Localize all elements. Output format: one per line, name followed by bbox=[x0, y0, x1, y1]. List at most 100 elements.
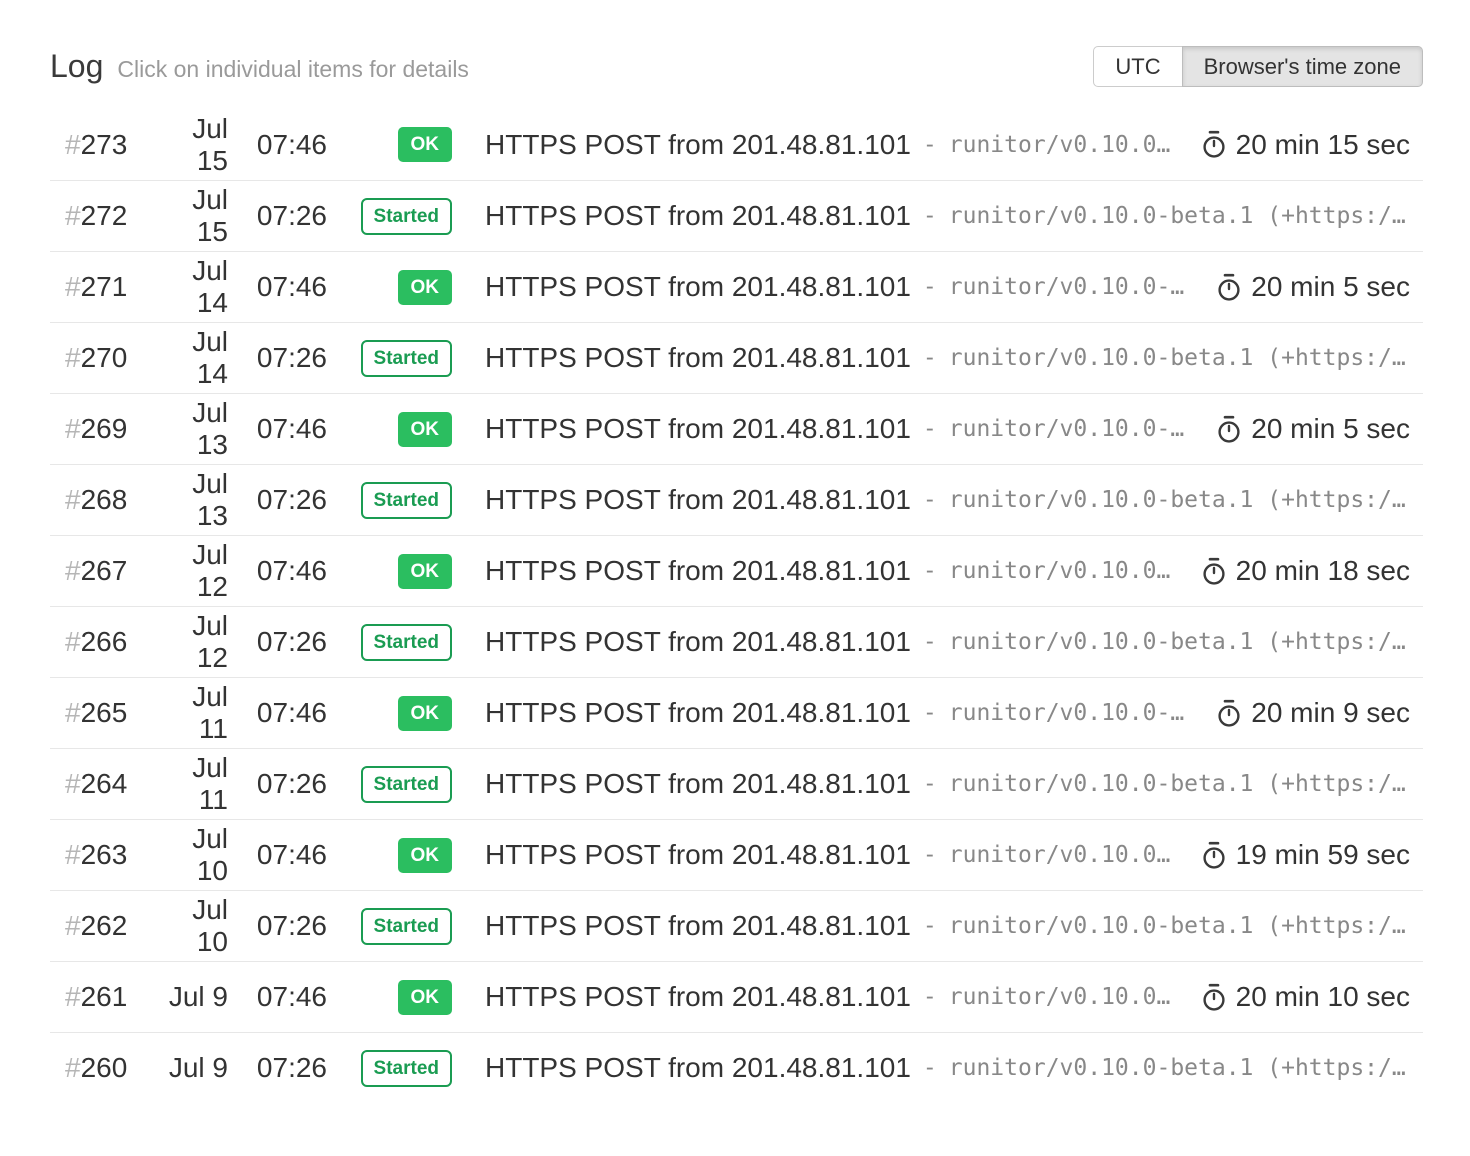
entry-status-cell: OK bbox=[327, 838, 452, 873]
entry-status-cell: OK bbox=[327, 270, 452, 305]
log-row[interactable]: #266 Jul 12 07:26 Started HTTPS POST fro… bbox=[50, 606, 1423, 677]
entry-description-cell: HTTPS POST from 201.48.81.101 - runitor/… bbox=[452, 768, 1423, 800]
entry-number: #267 bbox=[50, 555, 160, 587]
entry-time: 07:26 bbox=[228, 626, 327, 658]
log-row[interactable]: #270 Jul 14 07:26 Started HTTPS POST fro… bbox=[50, 322, 1423, 393]
log-row[interactable]: #268 Jul 13 07:26 Started HTTPS POST fro… bbox=[50, 464, 1423, 535]
entry-status-cell: OK bbox=[327, 127, 452, 162]
entry-duration: 20 min 9 sec bbox=[1186, 697, 1410, 729]
title-wrap: Log Click on individual items for detail… bbox=[50, 48, 469, 85]
duration-text: 20 min 18 sec bbox=[1236, 555, 1410, 587]
log-row[interactable]: #262 Jul 10 07:26 Started HTTPS POST fro… bbox=[50, 890, 1423, 961]
entry-separator: - bbox=[923, 1055, 937, 1081]
entry-description-cell: HTTPS POST from 201.48.81.101 - runitor/… bbox=[452, 484, 1423, 516]
entry-user-agent: runitor/v0.10.0-beta.1 (+https:/… bbox=[949, 487, 1406, 513]
status-badge: Started bbox=[361, 1050, 452, 1087]
status-badge: Started bbox=[361, 908, 452, 945]
entry-description-cell: HTTPS POST from 201.48.81.101 - runitor/… bbox=[452, 981, 1423, 1013]
entry-date: Jul 14 bbox=[160, 326, 228, 390]
entry-description: HTTPS POST from 201.48.81.101 bbox=[485, 1052, 911, 1084]
entry-user-agent: runitor/v0.10.0-… bbox=[949, 274, 1184, 300]
log-page: Log Click on individual items for detail… bbox=[0, 0, 1470, 1143]
entry-time: 07:26 bbox=[228, 342, 327, 374]
entry-separator: - bbox=[923, 345, 937, 371]
entry-description: HTTPS POST from 201.48.81.101 bbox=[485, 981, 911, 1013]
log-row[interactable]: #261 Jul 9 07:46 OK HTTPS POST from 201.… bbox=[50, 961, 1423, 1032]
entry-user-agent: runitor/v0.10.0-… bbox=[949, 700, 1184, 726]
entry-duration: 20 min 15 sec bbox=[1171, 129, 1410, 161]
entry-description: HTTPS POST from 201.48.81.101 bbox=[485, 910, 911, 942]
entry-user-agent: runitor/v0.10.0-beta.1 (+https:/… bbox=[949, 345, 1406, 371]
status-badge: Started bbox=[361, 624, 452, 661]
entry-status-cell: Started bbox=[327, 198, 452, 235]
entry-separator: - bbox=[923, 700, 937, 726]
entry-user-agent: runitor/v0.10.0-beta.1 (+https:/… bbox=[949, 629, 1406, 655]
log-row[interactable]: #271 Jul 14 07:46 OK HTTPS POST from 201… bbox=[50, 251, 1423, 322]
log-row[interactable]: #273 Jul 15 07:46 OK HTTPS POST from 201… bbox=[50, 109, 1423, 180]
entry-description: HTTPS POST from 201.48.81.101 bbox=[485, 768, 911, 800]
entry-hash-prefix: # bbox=[65, 271, 81, 302]
entry-duration: 20 min 5 sec bbox=[1186, 413, 1410, 445]
status-badge: OK bbox=[398, 838, 453, 873]
entry-number: #262 bbox=[50, 910, 160, 942]
entry-date: Jul 9 bbox=[160, 1052, 228, 1084]
entry-date: Jul 11 bbox=[160, 681, 228, 745]
entry-description: HTTPS POST from 201.48.81.101 bbox=[485, 342, 911, 374]
duration-text: 20 min 5 sec bbox=[1251, 413, 1410, 445]
log-row[interactable]: #272 Jul 15 07:26 Started HTTPS POST fro… bbox=[50, 180, 1423, 251]
log-row[interactable]: #263 Jul 10 07:46 OK HTTPS POST from 201… bbox=[50, 819, 1423, 890]
entry-date: Jul 15 bbox=[160, 113, 228, 177]
log-row[interactable]: #260 Jul 9 07:26 Started HTTPS POST from… bbox=[50, 1032, 1423, 1103]
entry-date: Jul 10 bbox=[160, 823, 228, 887]
entry-date: Jul 13 bbox=[160, 468, 228, 532]
entry-description-cell: HTTPS POST from 201.48.81.101 - runitor/… bbox=[452, 839, 1423, 871]
entry-time: 07:46 bbox=[228, 839, 327, 871]
entry-separator: - bbox=[923, 416, 937, 442]
log-row[interactable]: #267 Jul 12 07:46 OK HTTPS POST from 201… bbox=[50, 535, 1423, 606]
entry-description: HTTPS POST from 201.48.81.101 bbox=[485, 555, 911, 587]
browser-timezone-button[interactable]: Browser's time zone bbox=[1182, 46, 1423, 87]
log-row[interactable]: #264 Jul 11 07:26 Started HTTPS POST fro… bbox=[50, 748, 1423, 819]
utc-button[interactable]: UTC bbox=[1093, 46, 1182, 87]
entry-status-cell: Started bbox=[327, 766, 452, 803]
entry-time: 07:46 bbox=[228, 129, 327, 161]
entry-description-cell: HTTPS POST from 201.48.81.101 - runitor/… bbox=[452, 697, 1423, 729]
entry-number: #264 bbox=[50, 768, 160, 800]
entry-description-cell: HTTPS POST from 201.48.81.101 - runitor/… bbox=[452, 626, 1423, 658]
entry-separator: - bbox=[923, 558, 937, 584]
entry-separator: - bbox=[923, 274, 937, 300]
entry-duration: 20 min 5 sec bbox=[1186, 271, 1410, 303]
entry-description-cell: HTTPS POST from 201.48.81.101 - runitor/… bbox=[452, 200, 1423, 232]
entry-date: Jul 14 bbox=[160, 255, 228, 319]
log-row[interactable]: #269 Jul 13 07:46 OK HTTPS POST from 201… bbox=[50, 393, 1423, 464]
entry-hash-prefix: # bbox=[65, 910, 81, 941]
entry-date: Jul 12 bbox=[160, 539, 228, 603]
entry-hash-prefix: # bbox=[65, 555, 81, 586]
entry-date: Jul 13 bbox=[160, 397, 228, 461]
entry-time: 07:26 bbox=[228, 1052, 327, 1084]
status-badge: OK bbox=[398, 554, 453, 589]
entry-user-agent: runitor/v0.10.0-beta.1 (+https:/… bbox=[949, 1055, 1406, 1081]
entry-user-agent: runitor/v0.10.0-… bbox=[949, 416, 1184, 442]
entry-hash-prefix: # bbox=[65, 768, 81, 799]
entry-time: 07:26 bbox=[228, 768, 327, 800]
entry-time: 07:26 bbox=[228, 484, 327, 516]
entry-description: HTTPS POST from 201.48.81.101 bbox=[485, 626, 911, 658]
entry-description: HTTPS POST from 201.48.81.101 bbox=[485, 129, 911, 161]
log-row[interactable]: #265 Jul 11 07:46 OK HTTPS POST from 201… bbox=[50, 677, 1423, 748]
entry-status-cell: Started bbox=[327, 624, 452, 661]
entry-number: #272 bbox=[50, 200, 160, 232]
status-badge: OK bbox=[398, 270, 453, 305]
duration-text: 20 min 15 sec bbox=[1236, 129, 1410, 161]
entry-status-cell: OK bbox=[327, 554, 452, 589]
entry-description-cell: HTTPS POST from 201.48.81.101 - runitor/… bbox=[452, 1052, 1423, 1084]
entry-number: #261 bbox=[50, 981, 160, 1013]
entry-hash-prefix: # bbox=[65, 981, 81, 1012]
entry-number: #269 bbox=[50, 413, 160, 445]
entry-time: 07:26 bbox=[228, 200, 327, 232]
entry-hash-prefix: # bbox=[65, 413, 81, 444]
stopwatch-icon bbox=[1216, 273, 1242, 302]
page-title: Log bbox=[50, 48, 103, 85]
entry-time: 07:46 bbox=[228, 271, 327, 303]
entry-date: Jul 15 bbox=[160, 184, 228, 248]
